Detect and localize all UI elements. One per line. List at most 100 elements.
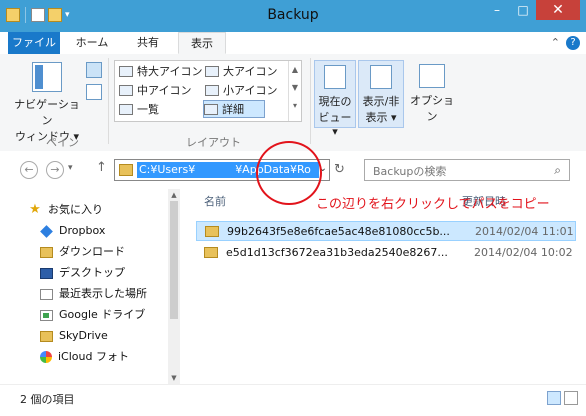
- large-icons-view-icon[interactable]: [564, 391, 578, 405]
- sort-icon: [324, 65, 346, 89]
- layout-m-icons-label: 中アイコン: [137, 84, 192, 97]
- recent-locations-icon[interactable]: ▾: [68, 163, 73, 173]
- status-bar: 2 個の項目: [0, 384, 586, 416]
- minimize-button[interactable]: –: [484, 0, 510, 20]
- window-controls: – □ ✕: [484, 0, 580, 20]
- nav-favorites[interactable]: ★ お気に入り: [28, 201, 103, 219]
- main-area: ★ お気に入り Dropbox ダウンロード デスクトップ 最近表示した場所 G…: [0, 189, 586, 384]
- annotation-circle: [256, 141, 322, 205]
- title-bar: ▾ Backup – □ ✕: [0, 0, 586, 32]
- current-view-button[interactable]: 現在の ビュー ▾: [314, 60, 356, 138]
- star-icon: ★: [29, 202, 41, 217]
- nav-favorites-label: お気に入り: [48, 203, 103, 216]
- dropbox-icon: [40, 224, 53, 238]
- google-drive-icon: [40, 309, 53, 321]
- nav-item-downloads[interactable]: ダウンロード: [40, 243, 125, 261]
- layout-group-label: レイアウト: [186, 136, 241, 149]
- navigation-pane: ★ お気に入り Dropbox ダウンロード デスクトップ 最近表示した場所 G…: [0, 189, 180, 384]
- layout-xl-icons[interactable]: 特大アイコン: [119, 62, 202, 80]
- nav-item-label: ダウンロード: [59, 245, 125, 258]
- desktop-icon: [40, 267, 53, 279]
- current-view-label-2: ビュー ▾: [318, 111, 352, 138]
- ribbon-separator: [108, 58, 109, 144]
- tab-share[interactable]: 共有: [126, 32, 170, 54]
- refresh-icon[interactable]: ↻: [334, 162, 348, 178]
- navigation-pane-label-1: ナビゲーション: [14, 98, 80, 127]
- ribbon-collapse-icon[interactable]: ⌃: [551, 36, 560, 50]
- nav-item-skydrive[interactable]: SkyDrive: [40, 327, 108, 345]
- nav-item-label: iCloud フォト: [58, 350, 129, 363]
- ribbon-right-controls: ⌃ ?: [551, 36, 580, 50]
- m-icons-icon: [119, 84, 133, 96]
- scroll-thumb[interactable]: [170, 201, 178, 319]
- s-icons-icon: [205, 84, 219, 96]
- recent-places-icon: [40, 288, 53, 300]
- tab-file[interactable]: ファイル: [8, 32, 60, 54]
- preview-pane-icon[interactable]: [86, 62, 102, 78]
- item-count: 2 個の項目: [20, 393, 75, 406]
- help-icon[interactable]: ?: [566, 36, 580, 50]
- file-date: 2014/02/04 10:02: [474, 245, 573, 259]
- layout-l-icons-label: 大アイコン: [223, 65, 278, 78]
- show-hide-label-2: 表示 ▾: [365, 111, 397, 124]
- tab-home[interactable]: ホーム: [68, 32, 116, 54]
- show-hide-icon: [370, 65, 392, 89]
- layout-details[interactable]: 詳細: [203, 100, 265, 118]
- ribbon-separator: [310, 58, 311, 144]
- scroll-up-icon[interactable]: ▲: [168, 189, 180, 201]
- pane-group-label: ペイン: [46, 136, 79, 149]
- scroll-down-icon[interactable]: ▼: [168, 372, 180, 384]
- layout-list-label: 一覧: [137, 103, 159, 116]
- options-icon: [419, 64, 445, 88]
- nav-item-desktop[interactable]: デスクトップ: [40, 264, 125, 282]
- ribbon: ナビゲーション ウィンドウ ▾ ペイン 特大アイコン 大アイコン 中アイコン 小…: [0, 54, 586, 152]
- show-hide-button[interactable]: 表示/非 表示 ▾: [358, 60, 404, 128]
- nav-item-dropbox[interactable]: Dropbox: [40, 222, 105, 240]
- layout-details-label: 詳細: [222, 103, 244, 116]
- back-button[interactable]: ←: [20, 161, 38, 179]
- forward-button[interactable]: →: [46, 161, 64, 179]
- file-date: 2014/02/04 11:01: [475, 224, 574, 238]
- layout-s-icons-label: 小アイコン: [223, 84, 278, 97]
- file-name: e5d1d13cf3672ea31b3eda2540e8267...: [226, 245, 448, 259]
- nav-item-icloud-photos[interactable]: iCloud フォト: [40, 348, 129, 366]
- nav-item-google-drive[interactable]: Google ドライブ: [40, 306, 145, 324]
- details-view-icon[interactable]: [547, 391, 561, 405]
- options-button[interactable]: オプション: [408, 60, 456, 128]
- nav-item-label: デスクトップ: [59, 266, 125, 279]
- layout-gallery-scroll[interactable]: ▲ ▼ ▾: [288, 61, 301, 121]
- folder-icon: [204, 246, 218, 258]
- list-icon: [119, 103, 133, 115]
- navigation-pane-icon: [32, 62, 62, 92]
- nav-item-label: 最近表示した場所: [59, 287, 147, 300]
- annotation-text: この辺りを右クリックしてパスをコピー: [316, 197, 550, 212]
- navigation-pane-scrollbar[interactable]: ▲ ▼: [168, 189, 180, 384]
- folder-icon: [119, 164, 133, 176]
- layout-l-icons[interactable]: 大アイコン: [205, 62, 277, 80]
- layout-xl-icons-label: 特大アイコン: [137, 65, 203, 78]
- search-placeholder: Backupの検索: [373, 165, 447, 178]
- layout-m-icons[interactable]: 中アイコン: [119, 81, 191, 99]
- layout-list[interactable]: 一覧: [119, 100, 159, 118]
- ribbon-tabs: ファイル ホーム 共有 表示 ⌃ ?: [0, 32, 586, 55]
- path-prefix: C:¥Users¥: [139, 163, 196, 176]
- tab-view[interactable]: 表示: [178, 32, 226, 54]
- explorer-window: ▾ Backup – □ ✕ ファイル ホーム 共有 表示 ⌃ ? ナビゲーショ…: [0, 0, 586, 416]
- close-button[interactable]: ✕: [536, 0, 580, 20]
- nav-item-label: Google ドライブ: [59, 308, 146, 321]
- column-header-name[interactable]: 名前: [204, 193, 226, 209]
- xl-icons-icon: [119, 65, 133, 77]
- search-box[interactable]: Backupの検索 ⌕: [364, 159, 570, 181]
- file-row[interactable]: e5d1d13cf3672ea31b3eda2540e8267... 2014/…: [196, 242, 576, 262]
- details-pane-icon[interactable]: [86, 84, 102, 100]
- folder-icon: [205, 225, 219, 237]
- layout-s-icons[interactable]: 小アイコン: [205, 81, 277, 99]
- file-list: 名前 更新日時 99b2643f5e8e6fcae5ac48e81080cc5b…: [196, 189, 586, 384]
- maximize-button[interactable]: □: [510, 0, 536, 20]
- nav-item-label: Dropbox: [59, 224, 106, 237]
- search-icon[interactable]: ⌕: [554, 163, 561, 178]
- up-button[interactable]: ↑: [96, 160, 107, 175]
- file-row[interactable]: 99b2643f5e8e6fcae5ac48e81080cc5b... 2014…: [196, 221, 576, 241]
- navigation-pane-button[interactable]: ナビゲーション ウィンドウ ▾: [12, 62, 82, 144]
- nav-item-recent-places[interactable]: 最近表示した場所: [40, 285, 147, 303]
